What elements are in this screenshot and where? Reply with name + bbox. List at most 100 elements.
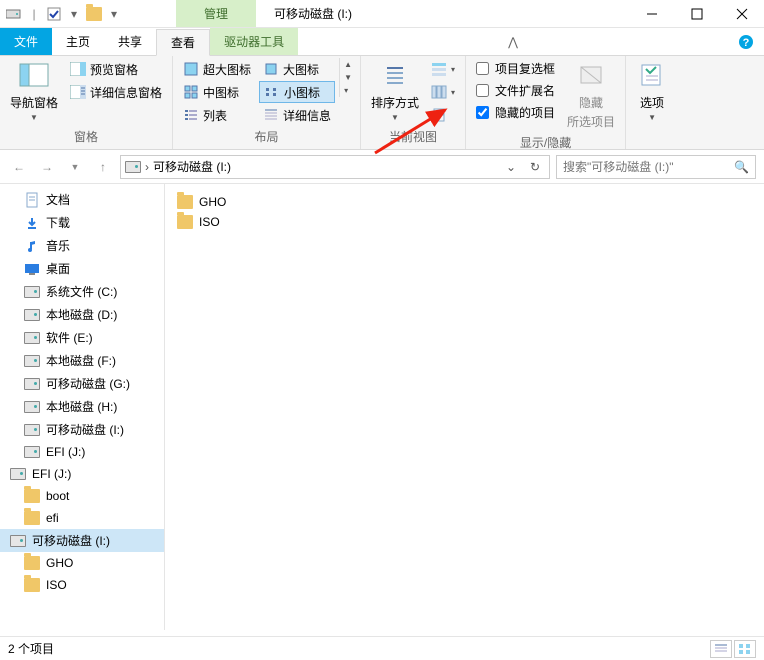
folder-icon: [24, 510, 40, 526]
drive-icon: [24, 353, 40, 369]
drive-icon: [10, 533, 26, 549]
tab-share[interactable]: 共享: [104, 28, 156, 55]
tree-item[interactable]: 文档: [0, 188, 164, 211]
extra-large-icons-button[interactable]: 超大图标: [179, 58, 255, 80]
tree-item[interactable]: 软件 (E:): [0, 326, 164, 349]
icons-view-toggle[interactable]: [734, 640, 756, 658]
ribbon-body: 导航窗格 ▼ 预览窗格 详细信息窗格 窗格 超大图标 中图标 列表: [0, 56, 764, 150]
tree-item-label: boot: [46, 489, 69, 503]
folder-icon: [177, 194, 193, 210]
medium-icons-button[interactable]: 中图标: [179, 81, 255, 103]
title-bar: | ▾ ▾ 管理 可移动磁盘 (I:): [0, 0, 764, 28]
sort-by-button[interactable]: 排序方式 ▼: [367, 58, 423, 124]
ribbon-collapse-icon[interactable]: ⋀: [498, 28, 528, 55]
refresh-button[interactable]: ↻: [525, 160, 545, 174]
item-checkboxes-checkbox[interactable]: 项目复选框: [472, 58, 559, 79]
group-by-button[interactable]: ▾: [427, 58, 459, 80]
tree-item[interactable]: 本地磁盘 (F:): [0, 349, 164, 372]
tree-item-label: 下载: [46, 214, 70, 231]
nav-pane-button[interactable]: 导航窗格 ▼: [6, 58, 62, 124]
search-icon[interactable]: 🔍: [734, 160, 749, 174]
tree-item[interactable]: 音乐: [0, 234, 164, 257]
tree-item[interactable]: 桌面: [0, 257, 164, 280]
drive-icon: [24, 399, 40, 415]
layout-more-icon[interactable]: ▾: [342, 84, 354, 97]
tree-item-label: ISO: [46, 578, 67, 592]
view-toggles: [710, 640, 756, 658]
large-icons-button[interactable]: 大图标: [259, 58, 335, 80]
qat-folder-icon[interactable]: [86, 6, 102, 22]
search-box[interactable]: 🔍: [556, 155, 756, 179]
up-button[interactable]: ↑: [92, 156, 114, 178]
ribbon-group-options: 选项 ▼: [626, 56, 678, 149]
small-icons-button[interactable]: 小图标: [259, 81, 335, 103]
tree-item[interactable]: ISO: [0, 574, 164, 596]
file-extensions-checkbox[interactable]: 文件扩展名: [472, 80, 559, 101]
window-title: 可移动磁盘 (I:): [256, 5, 370, 22]
tab-file[interactable]: 文件: [0, 28, 52, 55]
tree-item-label: 系统文件 (C:): [46, 283, 117, 300]
tree-item[interactable]: 可移动磁盘 (G:): [0, 372, 164, 395]
file-item[interactable]: ISO: [173, 212, 293, 232]
folder-icon: [24, 577, 40, 593]
tree-item[interactable]: EFI (J:): [0, 463, 164, 485]
chevron-right-icon[interactable]: ›: [145, 160, 149, 174]
preview-pane-button[interactable]: 预览窗格: [66, 58, 166, 80]
tree-item[interactable]: EFI (J:): [0, 441, 164, 463]
layout-scroll-up-icon[interactable]: ▲: [342, 58, 354, 71]
close-button[interactable]: [719, 0, 764, 28]
download-icon: [24, 215, 40, 231]
drive-icon: [24, 330, 40, 346]
tree-item-label: 桌面: [46, 260, 70, 277]
tree-item[interactable]: efi: [0, 507, 164, 529]
help-icon[interactable]: ?: [728, 28, 764, 55]
tree-item[interactable]: 下载: [0, 211, 164, 234]
details-pane-button[interactable]: 详细信息窗格: [66, 81, 166, 103]
tree-item[interactable]: boot: [0, 485, 164, 507]
back-button[interactable]: ←: [8, 156, 30, 178]
layout-scroll-down-icon[interactable]: ▼: [342, 71, 354, 84]
music-icon: [24, 238, 40, 254]
address-text: 可移动磁盘 (I:): [153, 158, 497, 175]
qat-dropdown-icon[interactable]: ▾: [66, 6, 82, 22]
tab-view[interactable]: 查看: [156, 29, 210, 56]
address-bar[interactable]: › 可移动磁盘 (I:) ⌄ ↻: [120, 155, 550, 179]
maximize-button[interactable]: [674, 0, 719, 28]
tree-item-label: 本地磁盘 (H:): [46, 398, 117, 415]
address-dropdown-icon[interactable]: ⌄: [501, 160, 521, 174]
file-list[interactable]: GHOISO: [165, 184, 764, 630]
qat-check-icon[interactable]: [46, 6, 62, 22]
fit-columns-button[interactable]: [427, 104, 459, 126]
tree-item[interactable]: 可移动磁盘 (I:): [0, 529, 164, 552]
tree-item[interactable]: 可移动磁盘 (I:): [0, 418, 164, 441]
minimize-button[interactable]: [629, 0, 674, 28]
options-button[interactable]: 选项 ▼: [632, 58, 672, 124]
history-dropdown-icon[interactable]: ▼: [64, 156, 86, 178]
qat-dropdown2-icon[interactable]: ▾: [106, 6, 122, 22]
tree-item[interactable]: 本地磁盘 (D:): [0, 303, 164, 326]
add-columns-button[interactable]: ▾: [427, 81, 459, 103]
hidden-items-checkbox[interactable]: 隐藏的项目: [472, 102, 559, 123]
drive-icon: [24, 444, 40, 460]
drive-icon: [125, 159, 141, 175]
details-pane-icon: [70, 84, 86, 100]
context-tab-label: 管理: [204, 5, 228, 22]
list-button[interactable]: 列表: [179, 104, 255, 126]
tree-item[interactable]: 本地磁盘 (H:): [0, 395, 164, 418]
hide-selected-button[interactable]: 隐藏 所选项目: [563, 58, 619, 132]
details-button[interactable]: 详细信息: [259, 104, 335, 126]
status-bar: 2 个项目: [0, 636, 764, 660]
tree-item-label: 本地磁盘 (F:): [46, 352, 116, 369]
nav-bar: ← → ▼ ↑ › 可移动磁盘 (I:) ⌄ ↻ 🔍: [0, 150, 764, 184]
window-controls: [629, 0, 764, 28]
search-input[interactable]: [563, 160, 734, 174]
details-view-toggle[interactable]: [710, 640, 732, 658]
nav-pane-icon: [18, 60, 50, 92]
tab-drive-tools[interactable]: 驱动器工具: [210, 28, 298, 55]
tree-item[interactable]: GHO: [0, 552, 164, 574]
nav-tree[interactable]: 文档下载音乐桌面系统文件 (C:) 本地磁盘 (D:)软件 (E:) 本地磁盘 (F…: [0, 184, 165, 630]
forward-button[interactable]: →: [36, 156, 58, 178]
tree-item[interactable]: 系统文件 (C:): [0, 280, 164, 303]
file-item[interactable]: GHO: [173, 192, 293, 212]
tab-home[interactable]: 主页: [52, 28, 104, 55]
